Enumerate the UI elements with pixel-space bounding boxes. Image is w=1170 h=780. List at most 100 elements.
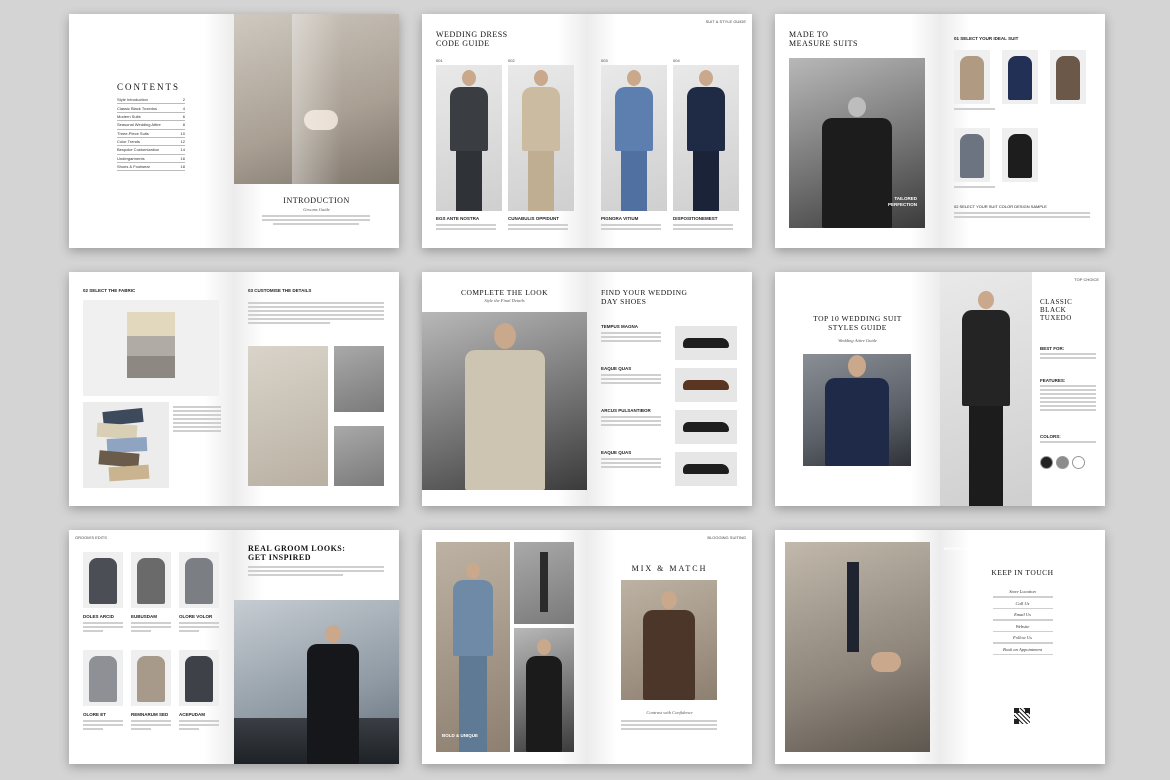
toc-item-label: Three-Piece Suits (117, 130, 149, 136)
figure (615, 70, 653, 211)
suit-tile-3 (179, 552, 219, 608)
tuxedo-header: TOP CHOICE (1074, 277, 1099, 282)
color-swatch-black (1040, 456, 1053, 469)
page-tuxedo: TOP CHOICE CLASSIC BLACK TUXEDO BEST FOR… (940, 272, 1105, 506)
dress-code-title-line1: WEDDING DRESS (436, 30, 508, 39)
fabric-rolls-photo (83, 300, 219, 396)
mix-title: MIX & MATCH (631, 564, 708, 573)
tie-shape (847, 562, 859, 652)
toc-item-label: Seasonal Wedding Attire (117, 122, 161, 128)
page-contents: CONTENTS Style Introduction 2 Classic Blac… (69, 14, 234, 248)
shoe-photo-2 (675, 368, 737, 402)
suit-sample-grey (954, 128, 990, 182)
suit-name-3: OLORE VOLOR (179, 614, 213, 619)
complete-subtitle: Style the Final Details (484, 298, 525, 303)
suit-desc-6 (179, 720, 219, 732)
figure (307, 625, 359, 764)
page-mix-match-left: BOLD & UNIQUE (422, 530, 587, 764)
shoe-desc-4 (601, 458, 661, 470)
toc-item[interactable]: Modern Suits 6 (117, 113, 185, 122)
qr-code-icon[interactable] (1014, 708, 1030, 724)
mtm-title: MADE TO MEASURE SUITS (789, 30, 858, 48)
look-photo-navy (673, 65, 739, 211)
figure (822, 97, 892, 228)
toc-list: Style Introduction 2 Classic Black Tuxedos… (117, 96, 185, 172)
tuxedo-title-line3: TUXEDO (1040, 314, 1072, 322)
page-contact: MODERN CLASSICS KEEP IN TOUCH Store Loca… (940, 530, 1105, 764)
toc-item[interactable]: Undergarments 16 (117, 155, 185, 163)
modern-classics-overlay: MODERN CLASSICS (944, 546, 984, 551)
look-num-4: 004 (673, 58, 680, 63)
page-real-grooms: REAL GROOM LOOKS: GET INSPIRED (234, 530, 399, 764)
real-grooms-title: REAL GROOM LOOKS: GET INSPIRED (248, 544, 345, 562)
spread-top10-tuxedo: TOP 10 WEDDING SUIT STYLES GUIDE Wedding… (775, 272, 1105, 506)
shoe-photo-4 (675, 452, 737, 486)
suit-desc-2 (131, 622, 171, 634)
top10-subtitle: Wedding Attire Guide (838, 338, 877, 343)
suit-name-5: REMNARUM SED (131, 712, 169, 717)
fabric-roll-grey (127, 336, 175, 356)
shoes-title-line2: DAY SHOES (601, 297, 647, 306)
figure (526, 639, 562, 752)
suit-desc-1 (83, 622, 123, 634)
toc-item[interactable]: Seasonal Wedding Attire 8 (117, 121, 185, 130)
suit-sample-beige (954, 50, 990, 104)
overlay-line2: PERFECTION (887, 202, 917, 207)
page-dress-code-right: SUIT & STYLE GUIDE 003 004 PIGNORA VITIU… (587, 14, 752, 248)
suit-tile-5 (131, 650, 171, 706)
figure (687, 70, 725, 211)
look-photo-blue (601, 65, 667, 211)
toc-item[interactable]: Style Introduction 2 (117, 96, 185, 105)
toc-item-label: Classic Black Tuxedos (117, 105, 158, 111)
shoe-name-3: ARCUS PULSANTIBOR (601, 408, 651, 413)
toc-item-label: Undergarments (117, 155, 145, 161)
photo-cufflink-closeup (234, 14, 399, 184)
shoe-desc-1 (601, 332, 661, 344)
suit-name-2: EUBUSDAM (131, 614, 158, 619)
customise-body (248, 302, 384, 326)
look-caption-1: EGS ANTE NOSTRA (436, 216, 480, 221)
contact-section-heading: Website (1015, 623, 1030, 629)
shoe-name-4: EAQUE QUAS (601, 450, 632, 455)
look-num-3: 003 (601, 58, 608, 63)
toc-item-page: 16 (180, 155, 185, 161)
photo-tweed-suit (785, 542, 930, 752)
toc-item[interactable]: Three-Piece Suits 10 (117, 130, 185, 138)
figure (453, 563, 493, 752)
figure (464, 323, 545, 490)
toc-item-label: Modern Suits (117, 113, 141, 119)
figure (522, 70, 560, 211)
spread-made-to-measure: MADE TO MEASURE SUITS TAILORED PERFECTIO… (775, 14, 1105, 248)
suit-desc-3 (179, 622, 219, 634)
contact-sections: Store Location Call Us Email Us Website Foll… (940, 586, 1105, 658)
toc-item-page: 18 (180, 164, 185, 170)
shoes-title-line1: FIND YOUR WEDDING (601, 288, 688, 297)
fabric-roll-taupe (127, 356, 175, 378)
toc-item[interactable]: Bespoke Customization 14 (117, 146, 185, 155)
real-grooms-title-line1: REAL GROOM LOOKS: (248, 544, 346, 553)
customise-heading: 03 CUSTOMISE THE DETAILS (248, 288, 312, 293)
look-desc-4 (673, 224, 733, 232)
hand-shape (871, 652, 901, 672)
intro-title: INTRODUCTION (283, 196, 350, 205)
toc-item-label: Style Introduction (117, 97, 148, 103)
tuxedo-title: CLASSIC BLACK TUXEDO (1040, 298, 1072, 322)
spread-real-grooms: GROOM'S EDITS DOLES ARCID EUBUSDAM OLORE… (69, 530, 399, 764)
spread-contents-introduction: CONTENTS Style Introduction 2 Classic Blac… (69, 14, 399, 248)
photo-groom-street (234, 600, 399, 764)
toc-item[interactable]: Shoes & Footwear 18 (117, 163, 185, 172)
look-photo-charcoal (436, 65, 502, 211)
toc-item-label: Color Trends (117, 139, 140, 145)
suit-sample-navy (1002, 50, 1038, 104)
toc-item-label: Shoes & Footwear (117, 164, 150, 170)
toc-item[interactable]: Color Trends 12 (117, 138, 185, 147)
suit-name-1: DOLES ARCID (83, 614, 114, 619)
overlay-text: TAILORED PERFECTION (888, 196, 917, 208)
look-caption-2: CUNABULIS OPPIDUNT (508, 216, 560, 221)
grooms-header: GROOM'S EDITS (75, 535, 107, 540)
complete-title: COMPLETE THE LOOK (460, 288, 549, 297)
best-for-text (1040, 353, 1096, 361)
overlay-line1: TAILORED (894, 196, 917, 201)
toc-item[interactable]: Classic Black Tuxedos 4 (117, 104, 185, 113)
spread-dress-code: WEDDING DRESS CODE GUIDE 001 002 EGS ANT… (422, 14, 752, 248)
